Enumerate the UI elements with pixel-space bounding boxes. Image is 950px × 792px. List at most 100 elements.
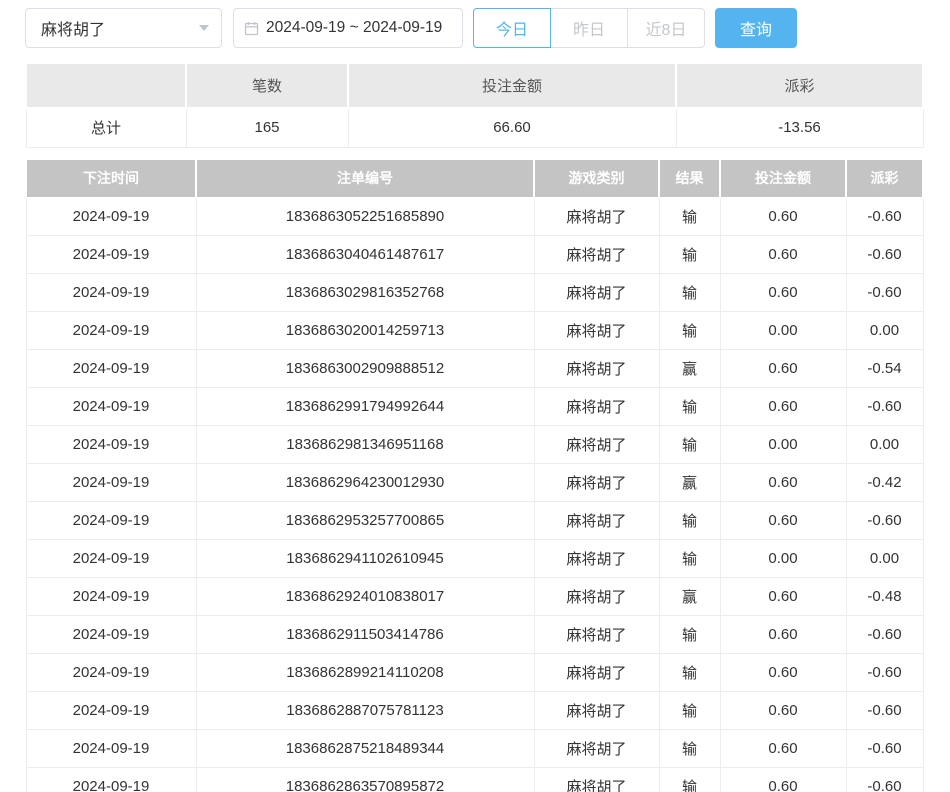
- cell-game: 麻将胡了: [534, 540, 659, 578]
- cell-game: 麻将胡了: [534, 198, 659, 236]
- cell-bet: 0.60: [720, 236, 846, 274]
- cell-bet: 0.60: [720, 388, 846, 426]
- cell-date: 2024-09-19: [26, 502, 196, 540]
- cell-game: 麻将胡了: [534, 768, 659, 792]
- table-row: 2024-09-191836862875218489344麻将胡了输0.60-0…: [26, 730, 923, 768]
- cell-bet: 0.60: [720, 616, 846, 654]
- cell-order: 1836862991794992644: [196, 388, 534, 426]
- summary-total-payout: -13.56: [676, 108, 923, 147]
- cell-bet: 0.60: [720, 692, 846, 730]
- game-select[interactable]: 麻将胡了: [25, 8, 222, 48]
- table-row: 2024-09-191836862953257700865麻将胡了输0.60-0…: [26, 502, 923, 540]
- cell-order: 1836862953257700865: [196, 502, 534, 540]
- cell-result: 输: [659, 768, 720, 792]
- table-row: 2024-09-191836862924010838017麻将胡了赢0.60-0…: [26, 578, 923, 616]
- cell-game: 麻将胡了: [534, 654, 659, 692]
- table-row: 2024-09-191836862981346951168麻将胡了输0.000.…: [26, 426, 923, 464]
- cell-date: 2024-09-19: [26, 654, 196, 692]
- chevron-down-icon: [199, 25, 209, 31]
- col-header-bet-time: 下注时间: [26, 160, 196, 198]
- col-header-result: 结果: [659, 160, 720, 198]
- table-row: 2024-09-191836862964230012930麻将胡了赢0.60-0…: [26, 464, 923, 502]
- calendar-icon: [244, 21, 259, 36]
- cell-order: 1836862911503414786: [196, 616, 534, 654]
- cell-result: 输: [659, 426, 720, 464]
- cell-bet: 0.60: [720, 464, 846, 502]
- table-row: 2024-09-191836862887075781123麻将胡了输0.60-0…: [26, 692, 923, 730]
- cell-order: 1836863020014259713: [196, 312, 534, 350]
- summary-header-bet: 投注金额: [348, 64, 676, 108]
- col-header-game-type: 游戏类别: [534, 160, 659, 198]
- cell-order: 1836862875218489344: [196, 730, 534, 768]
- cell-game: 麻将胡了: [534, 236, 659, 274]
- cell-date: 2024-09-19: [26, 578, 196, 616]
- cell-payout: -0.60: [846, 236, 923, 274]
- cell-result: 赢: [659, 350, 720, 388]
- cell-bet: 0.60: [720, 578, 846, 616]
- range-button-yesterday[interactable]: 昨日: [550, 8, 628, 48]
- cell-order: 1836863040461487617: [196, 236, 534, 274]
- cell-date: 2024-09-19: [26, 388, 196, 426]
- summary-header-count: 笔数: [186, 64, 348, 108]
- table-row: 2024-09-191836862863570895872麻将胡了输0.60-0…: [26, 768, 923, 792]
- table-row: 2024-09-191836863029816352768麻将胡了输0.60-0…: [26, 274, 923, 312]
- cell-bet: 0.60: [720, 198, 846, 236]
- bet-table-header-row: 下注时间注单编号游戏类别结果投注金额派彩: [26, 160, 923, 198]
- col-header-bet-amount: 投注金额: [720, 160, 846, 198]
- table-row: 2024-09-191836862899214110208麻将胡了输0.60-0…: [26, 654, 923, 692]
- cell-order: 1836863029816352768: [196, 274, 534, 312]
- cell-result: 输: [659, 616, 720, 654]
- range-button-last8days[interactable]: 近8日: [627, 8, 705, 48]
- cell-date: 2024-09-19: [26, 236, 196, 274]
- cell-order: 1836862887075781123: [196, 692, 534, 730]
- cell-order: 1836863002909888512: [196, 350, 534, 388]
- range-button-group: 今日 昨日 近8日: [473, 8, 705, 48]
- date-range-value: 2024-09-19 ~ 2024-09-19: [266, 19, 442, 37]
- cell-payout: 0.00: [846, 540, 923, 578]
- cell-game: 麻将胡了: [534, 502, 659, 540]
- summary-total-row: 总计 165 66.60 -13.56: [26, 108, 923, 147]
- cell-game: 麻将胡了: [534, 274, 659, 312]
- cell-result: 输: [659, 692, 720, 730]
- cell-order: 1836862981346951168: [196, 426, 534, 464]
- cell-payout: -0.60: [846, 388, 923, 426]
- range-button-today[interactable]: 今日: [473, 8, 551, 48]
- toolbar: 麻将胡了 2024-09-19 ~ 2024-09-19 今日 昨日 近8日 查…: [25, 8, 950, 48]
- cell-date: 2024-09-19: [26, 312, 196, 350]
- cell-game: 麻将胡了: [534, 426, 659, 464]
- cell-payout: -0.42: [846, 464, 923, 502]
- bet-table-body: 2024-09-191836863052251685890麻将胡了输0.60-0…: [26, 198, 923, 792]
- cell-payout: -0.60: [846, 616, 923, 654]
- cell-order: 1836862863570895872: [196, 768, 534, 792]
- cell-date: 2024-09-19: [26, 274, 196, 312]
- summary-total-count: 165: [186, 108, 348, 147]
- cell-date: 2024-09-19: [26, 540, 196, 578]
- summary-total-bet: 66.60: [348, 108, 676, 147]
- cell-order: 1836863052251685890: [196, 198, 534, 236]
- query-button[interactable]: 查询: [715, 8, 797, 48]
- col-header-payout: 派彩: [846, 160, 923, 198]
- cell-bet: 0.60: [720, 274, 846, 312]
- date-range-input[interactable]: 2024-09-19 ~ 2024-09-19: [233, 8, 463, 48]
- summary-header-row: 笔数 投注金额 派彩: [26, 64, 923, 108]
- table-row: 2024-09-191836862991794992644麻将胡了输0.60-0…: [26, 388, 923, 426]
- cell-bet: 0.00: [720, 312, 846, 350]
- cell-result: 输: [659, 388, 720, 426]
- summary-header-empty: [26, 64, 186, 108]
- cell-date: 2024-09-19: [26, 768, 196, 792]
- cell-game: 麻将胡了: [534, 578, 659, 616]
- table-row: 2024-09-191836862911503414786麻将胡了输0.60-0…: [26, 616, 923, 654]
- cell-bet: 0.60: [720, 350, 846, 388]
- cell-game: 麻将胡了: [534, 692, 659, 730]
- table-row: 2024-09-191836863040461487617麻将胡了输0.60-0…: [26, 236, 923, 274]
- cell-payout: -0.54: [846, 350, 923, 388]
- page: 麻将胡了 2024-09-19 ~ 2024-09-19 今日 昨日 近8日 查…: [0, 0, 950, 792]
- table-row: 2024-09-191836863020014259713麻将胡了输0.000.…: [26, 312, 923, 350]
- bet-table: 下注时间注单编号游戏类别结果投注金额派彩 2024-09-19183686305…: [25, 160, 924, 792]
- cell-order: 1836862941102610945: [196, 540, 534, 578]
- cell-payout: -0.60: [846, 198, 923, 236]
- cell-date: 2024-09-19: [26, 198, 196, 236]
- cell-payout: -0.60: [846, 654, 923, 692]
- cell-order: 1836862964230012930: [196, 464, 534, 502]
- game-select-value: 麻将胡了: [41, 16, 105, 40]
